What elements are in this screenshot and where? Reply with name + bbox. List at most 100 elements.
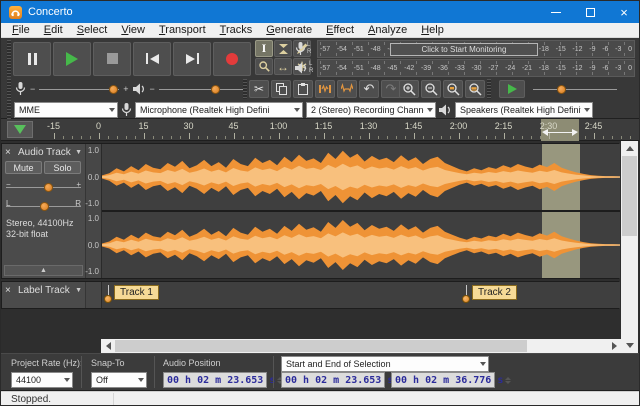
recording-channels-select[interactable]: 2 (Stereo) Recording Channels — [306, 102, 436, 118]
envelope-tool-button[interactable] — [274, 40, 292, 57]
label-text[interactable]: Track 2 — [472, 285, 517, 300]
skip-to-start-icon — [146, 53, 159, 64]
close-track-button[interactable]: × — [5, 147, 15, 158]
menu-item[interactable]: Help — [414, 23, 451, 38]
scroll-down-button[interactable] — [621, 338, 638, 353]
vertical-scrollbar[interactable] — [621, 141, 638, 353]
recording-meter-header: LR — [295, 40, 317, 58]
scroll-up-button[interactable] — [621, 141, 638, 156]
menu-item[interactable]: Select — [70, 23, 115, 38]
menu-item[interactable]: Edit — [37, 23, 70, 38]
playback-volume-slider[interactable] — [159, 82, 247, 96]
copy-button[interactable] — [271, 80, 291, 98]
label-flag[interactable]: Track 1 — [104, 285, 159, 305]
fit-project-button[interactable] — [465, 80, 485, 98]
collapse-track-button[interactable]: ▲ — [4, 265, 83, 276]
silence-audio-icon — [341, 83, 353, 95]
pan-knob[interactable] — [40, 202, 49, 211]
track-menu-dropdown-icon[interactable]: ▼ — [75, 149, 82, 156]
playback-speed-slider[interactable] — [533, 82, 617, 96]
pause-button[interactable] — [13, 42, 51, 76]
label-text[interactable]: Track 1 — [114, 285, 159, 300]
close-button[interactable]: × — [607, 1, 640, 23]
menu-item[interactable]: View — [114, 23, 152, 38]
paste-button[interactable] — [293, 80, 313, 98]
spinner-icon[interactable] — [505, 377, 511, 384]
fit-selection-button[interactable] — [443, 80, 463, 98]
monitoring-tooltip[interactable]: Click to Start Monitoring — [390, 43, 538, 56]
stop-button[interactable] — [93, 42, 131, 76]
audio-position-field[interactable]: 00 h 02 m 23.653 s — [163, 372, 267, 388]
menu-item[interactable]: File — [5, 23, 37, 38]
track-title[interactable]: Audio Track — [18, 147, 72, 158]
selection-mode-select[interactable]: Start and End of Selection — [281, 356, 489, 372]
meter-scale-number: -9 — [589, 65, 595, 72]
scroll-right-button[interactable] — [607, 339, 621, 353]
menu-item[interactable]: Transport — [152, 23, 213, 38]
playback-device-select[interactable]: Speakers (Realtek High Definiti — [455, 102, 593, 118]
zoom-in-button[interactable] — [399, 80, 419, 98]
zoom-tool-button[interactable] — [255, 58, 273, 75]
gain-slider[interactable]: − + — [6, 180, 81, 194]
project-rate-select[interactable]: 44100 — [11, 372, 73, 388]
horizontal-scroll-thumb[interactable] — [115, 340, 527, 352]
skip-to-end-button[interactable] — [173, 42, 211, 76]
waveform-channel-right[interactable] — [102, 212, 620, 278]
toolbar-grip[interactable] — [243, 79, 247, 99]
selection-drag-arrows-icon[interactable] — [547, 132, 573, 133]
vertical-scale-ruler[interactable]: 1.0 0.0 -1.0 1.0 0.0 -1.0 — [86, 144, 102, 278]
menu-item[interactable]: Analyze — [361, 23, 414, 38]
selection-start-field[interactable]: 00 h 02 m 23.653 s — [281, 372, 385, 388]
recording-device-select[interactable]: Microphone (Realtek High Defini — [135, 102, 303, 118]
trim-audio-button[interactable] — [315, 80, 335, 98]
play-at-speed-toolbar — [487, 79, 617, 99]
gain-knob[interactable] — [44, 183, 53, 192]
mute-button[interactable]: Mute — [5, 161, 42, 174]
timeshift-tool-button[interactable]: ↔ — [274, 58, 292, 75]
audio-host-select[interactable]: MME — [14, 102, 118, 118]
silence-audio-button[interactable] — [337, 80, 357, 98]
vertical-scroll-thumb[interactable] — [622, 156, 637, 236]
menu-item[interactable]: Effect — [319, 23, 361, 38]
pinned-play-head-button[interactable] — [7, 121, 33, 138]
maximize-button[interactable] — [573, 1, 607, 23]
label-lane[interactable]: Track 1 Track 2 — [102, 282, 620, 308]
record-icon — [226, 53, 238, 65]
solo-button[interactable]: Solo — [44, 161, 81, 174]
minimize-button[interactable] — [539, 1, 573, 23]
label-marker-icon[interactable] — [104, 285, 113, 305]
toolbar-grip[interactable] — [7, 79, 11, 99]
track-title[interactable]: Label Track — [18, 285, 72, 296]
menu-item[interactable]: Generate — [259, 23, 319, 38]
toolbar-grip[interactable] — [487, 79, 491, 99]
recording-volume-knob[interactable] — [109, 85, 118, 94]
play-at-speed-button[interactable] — [499, 80, 525, 98]
menu-item[interactable]: Tracks — [213, 23, 260, 38]
recording-volume-slider[interactable] — [39, 82, 119, 96]
close-track-button[interactable]: × — [5, 285, 15, 296]
label-marker-icon[interactable] — [462, 285, 471, 305]
pan-slider[interactable]: L R — [6, 199, 81, 213]
play-button[interactable] — [53, 42, 91, 76]
toolbar-grip[interactable] — [7, 100, 11, 119]
playback-volume-knob[interactable] — [211, 85, 220, 94]
recording-meter[interactable]: -57-54-51-48-45-42-39-36-33-30-27-24-21-… — [317, 40, 635, 58]
skip-to-start-button[interactable] — [133, 42, 171, 76]
record-button[interactable] — [213, 42, 251, 76]
cut-button[interactable]: ✂ — [249, 80, 269, 98]
horizontal-scrollbar[interactable] — [101, 339, 621, 353]
selection-end-field[interactable]: 00 h 02 m 36.776 s — [391, 372, 495, 388]
selection-tool-button[interactable]: I — [255, 40, 273, 57]
label-flag[interactable]: Track 2 — [462, 285, 517, 305]
zoom-out-button[interactable] — [421, 80, 441, 98]
undo-button[interactable]: ↶ — [359, 80, 379, 98]
toolbar-grip[interactable] — [7, 40, 11, 77]
snap-to-select[interactable]: Off — [91, 372, 147, 388]
timeline-ruler[interactable]: -1501530451:001:151:301:452:002:152:302:… — [1, 119, 640, 141]
waveform-channel-left[interactable] — [102, 144, 620, 210]
scroll-left-button[interactable] — [101, 339, 115, 353]
playback-meter[interactable]: -57-54-51-48-45-42-39-36-33-30-27-24-21-… — [317, 59, 635, 77]
track-menu-dropdown-icon[interactable]: ▼ — [75, 287, 82, 294]
playback-speed-knob[interactable] — [557, 85, 566, 94]
redo-button[interactable]: ↷ — [381, 80, 401, 98]
